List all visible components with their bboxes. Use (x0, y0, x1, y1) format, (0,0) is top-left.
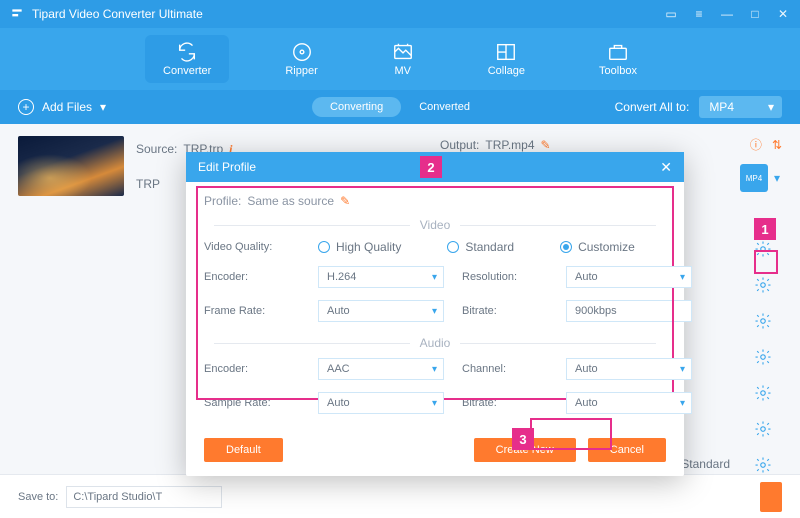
output-file: TRP.mp4 (485, 138, 534, 152)
resolution-label: Resolution: (462, 271, 548, 283)
video-thumbnail[interactable] (18, 136, 124, 196)
audio-encoder-label: Encoder: (204, 363, 300, 375)
plus-icon: + (18, 99, 34, 115)
titlebar: Tipard Video Converter Ultimate ▭ ≡ — □ … (0, 0, 800, 28)
item-name: TRP (136, 177, 160, 191)
app-title: Tipard Video Converter Ultimate (32, 7, 664, 21)
video-bitrate-label: Bitrate: (462, 305, 548, 317)
dialog-title: Edit Profile (198, 160, 256, 174)
samplerate-label: Sample Rate: (204, 397, 300, 409)
convert-all-to-label: Convert All to: (615, 100, 690, 114)
chevron-down-icon: ▾ (100, 100, 106, 114)
format-badge[interactable]: MP4 (740, 164, 768, 192)
framerate-label: Frame Rate: (204, 305, 300, 317)
source-label: Source: (136, 142, 177, 156)
menu-icon[interactable]: ≡ (692, 7, 706, 21)
tab-toolbox[interactable]: Toolbox (581, 35, 655, 83)
convert-button[interactable] (760, 482, 782, 512)
resolution-select[interactable]: Auto (566, 266, 692, 288)
convert-all-format-select[interactable]: MP4 (699, 96, 782, 118)
edit-profile-name-icon[interactable]: ✎ (340, 194, 350, 208)
quality-high-radio[interactable]: High Quality (318, 240, 401, 254)
tab-collage[interactable]: Collage (470, 35, 543, 83)
samplerate-select[interactable]: Auto (318, 392, 444, 414)
quality-standard-radio[interactable]: Standard (447, 240, 514, 254)
settings-gear-icon[interactable] (754, 384, 772, 402)
tab-converted[interactable]: Converted (401, 97, 488, 117)
audio-bitrate-label: Bitrate: (462, 397, 548, 409)
callout-3: 3 (512, 428, 534, 450)
settings-gear-icon[interactable] (754, 420, 772, 438)
quality-customize-radio[interactable]: Customize (560, 240, 635, 254)
edit-output-icon[interactable]: ✎ (541, 138, 551, 152)
add-files-button[interactable]: + Add Files ▾ (18, 99, 106, 115)
callout-3-highlight (530, 418, 612, 450)
default-button[interactable]: Default (204, 438, 283, 462)
settings-gear-icon[interactable] (754, 456, 772, 474)
profile-label: Profile: (204, 194, 241, 208)
bottom-bar: Save to: (0, 474, 800, 518)
video-bitrate-input[interactable] (566, 300, 692, 322)
video-encoder-label: Encoder: (204, 271, 300, 283)
feedback-icon[interactable]: ▭ (664, 7, 678, 21)
audio-section-heading: Audio (420, 336, 451, 350)
format-chevron-icon[interactable]: ▾ (774, 171, 780, 185)
tab-converter[interactable]: Converter (145, 35, 229, 83)
audio-bitrate-select[interactable]: Auto (566, 392, 692, 414)
app-logo-icon (10, 7, 24, 21)
callout-1: 1 (754, 218, 776, 240)
channel-label: Channel: (462, 363, 548, 375)
main-toolbar: Converter Ripper MV Collage Toolbox (0, 28, 800, 90)
tab-mv[interactable]: MV (374, 35, 432, 83)
video-encoder-select[interactable]: H.264 (318, 266, 444, 288)
sub-toolbar: + Add Files ▾ Converting Converted Conve… (0, 90, 800, 124)
info-orange-icon[interactable]: ⓘ (750, 136, 762, 153)
profile-value: Same as source (247, 194, 334, 208)
close-window-icon[interactable]: ✕ (776, 7, 790, 21)
channel-select[interactable]: Auto (566, 358, 692, 380)
video-quality-label: Video Quality: (204, 241, 300, 253)
settings-gear-icon[interactable] (754, 348, 772, 366)
settings-gear-icon[interactable] (754, 312, 772, 330)
save-to-label: Save to: (18, 491, 58, 503)
minimize-icon[interactable]: — (720, 7, 734, 21)
audio-encoder-select[interactable]: AAC (318, 358, 444, 380)
output-label: Output: (440, 138, 479, 152)
tab-ripper[interactable]: Ripper (267, 35, 335, 83)
save-to-input[interactable] (66, 486, 222, 508)
settings-gear-icon[interactable] (754, 276, 772, 294)
maximize-icon[interactable]: □ (748, 7, 762, 21)
compress-icon[interactable]: ⇅ (772, 138, 782, 152)
video-section-heading: Video (420, 218, 450, 232)
framerate-select[interactable]: Auto (318, 300, 444, 322)
tab-converting[interactable]: Converting (312, 97, 401, 117)
callout-2: 2 (420, 156, 442, 178)
callout-1-highlight (754, 250, 778, 274)
close-dialog-icon[interactable]: ✕ (660, 159, 672, 176)
